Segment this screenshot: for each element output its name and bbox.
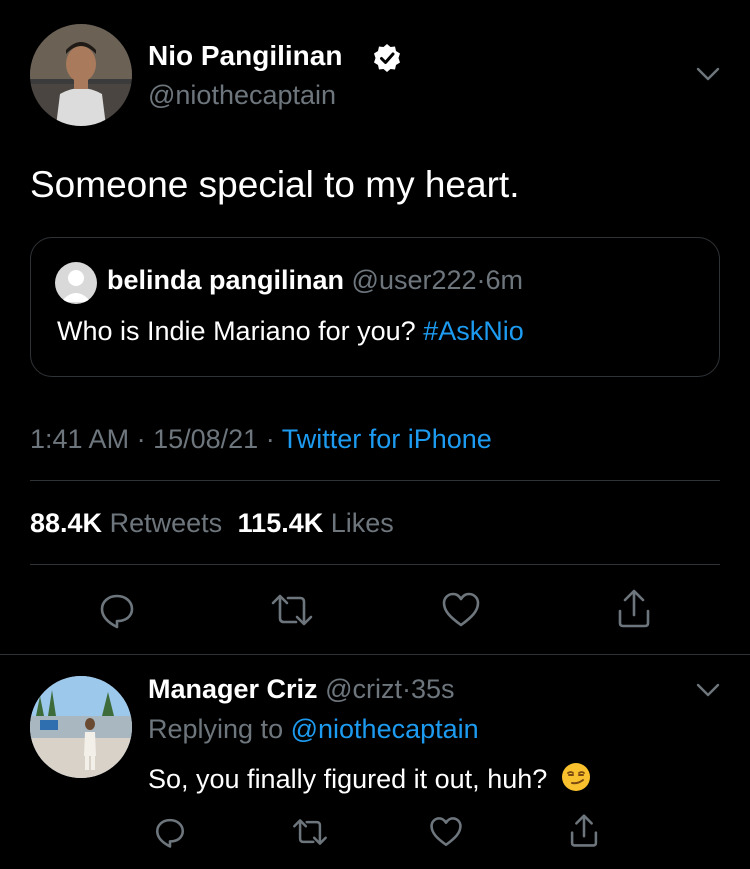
quoted-hashtag[interactable]: #AskNio <box>423 316 524 346</box>
reply-icon <box>155 818 185 848</box>
replying-to-handle[interactable]: @niothecaptain <box>291 714 479 744</box>
smirk-emoji-icon <box>561 762 591 792</box>
reply-avatar[interactable] <box>30 676 132 778</box>
chevron-down-icon[interactable] <box>693 678 723 702</box>
reply-button[interactable] <box>95 588 139 632</box>
share-icon <box>570 814 598 847</box>
reply-author-handle[interactable]: @crizt <box>325 674 402 704</box>
tweet-source[interactable]: Twitter for iPhone <box>282 424 492 454</box>
quoted-tweet-card[interactable]: belinda pangilinan @user222·6m Who is In… <box>30 237 720 377</box>
quoted-text: Who is Indie Mariano for you? <box>57 316 416 346</box>
reply-reply-button[interactable] <box>150 812 190 852</box>
retweet-button[interactable] <box>268 588 316 632</box>
like-count[interactable]: 115.4K <box>238 508 324 538</box>
quoted-avatar <box>55 262 97 304</box>
reply-separator: · <box>401 674 411 704</box>
divider <box>30 480 720 481</box>
reply-icon <box>100 594 134 629</box>
like-button[interactable] <box>438 588 484 632</box>
heart-icon <box>430 817 462 847</box>
quoted-name: belinda pangilinan <box>107 265 345 295</box>
quoted-handle: @user222 <box>351 265 477 295</box>
share-icon <box>618 589 650 628</box>
like-label[interactable]: Likes <box>331 508 394 538</box>
share-button[interactable] <box>612 586 656 632</box>
retweet-label[interactable]: Retweets <box>110 508 223 538</box>
tweet-text: Someone special to my heart. <box>30 164 520 205</box>
retweet-icon <box>293 819 327 845</box>
reply-author-name[interactable]: Manager Criz <box>148 674 318 704</box>
reply-text: So, you finally figured it out, huh? <box>148 764 548 794</box>
author-name[interactable]: Nio Pangilinan <box>148 40 342 72</box>
author-avatar[interactable] <box>30 24 132 126</box>
verified-badge-icon <box>372 43 402 73</box>
reply-like-button[interactable] <box>426 812 466 852</box>
replying-to-label: Replying to <box>148 714 284 744</box>
retweet-count[interactable]: 88.4K <box>30 508 102 538</box>
chevron-down-icon[interactable] <box>693 62 723 86</box>
quoted-time: 6m <box>485 265 524 295</box>
retweet-icon <box>271 594 313 626</box>
tweet-date: 15/08/21 <box>153 424 259 454</box>
divider <box>0 654 750 655</box>
heart-icon <box>442 592 480 627</box>
reply-time: 35s <box>410 674 455 704</box>
timestamp-separator: · <box>136 424 146 454</box>
divider <box>30 564 720 565</box>
reply-retweet-button[interactable] <box>288 812 332 852</box>
tweet-time: 1:41 AM <box>30 424 130 454</box>
source-separator: · <box>265 424 275 454</box>
quoted-separator: · <box>476 265 486 295</box>
author-handle[interactable]: @niothecaptain <box>148 80 336 111</box>
reply-share-button[interactable] <box>564 810 604 852</box>
